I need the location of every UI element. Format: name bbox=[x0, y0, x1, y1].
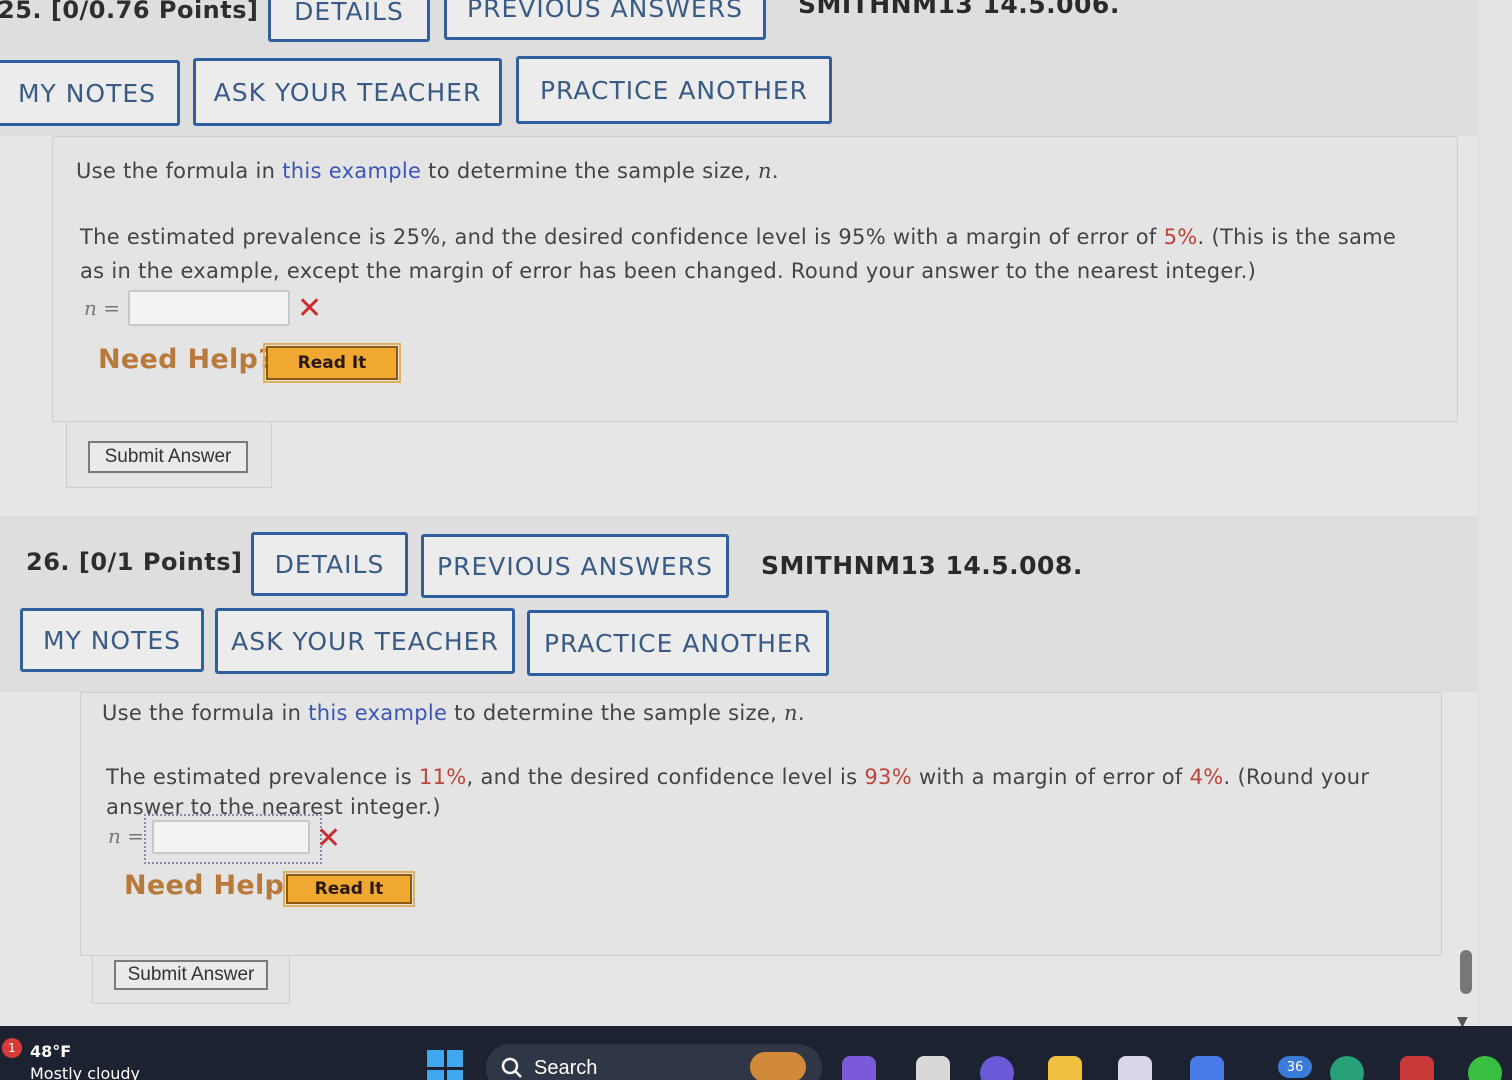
q26-intro: Use the formula in this example to deter… bbox=[102, 696, 805, 730]
weather-condition[interactable]: Mostly cloudy bbox=[30, 1064, 140, 1080]
app-icon-3[interactable] bbox=[1468, 1056, 1502, 1080]
teams-icon[interactable] bbox=[980, 1056, 1014, 1080]
scrollbar-thumb[interactable] bbox=[1460, 950, 1472, 994]
q26-ask-teacher-button[interactable]: ASK YOUR TEACHER bbox=[215, 608, 515, 674]
q26-intro-text: Use the formula in bbox=[102, 701, 309, 725]
task-view-icon[interactable] bbox=[916, 1056, 950, 1080]
incorrect-x-icon: ✕ bbox=[316, 821, 342, 856]
edge-icon[interactable] bbox=[1330, 1056, 1364, 1080]
q26-example-link[interactable]: this example bbox=[308, 701, 447, 725]
q25-prompt-line1: The estimated prevalence is 25%, and the… bbox=[80, 220, 1396, 254]
q25-submit-button[interactable]: Submit Answer bbox=[88, 441, 248, 473]
q25-line1-text: The estimated prevalence is 25%, and the… bbox=[80, 225, 1164, 249]
q26-need-help: Need Help? bbox=[124, 870, 301, 901]
q26-n-label: n = bbox=[108, 824, 144, 848]
q25-ask-teacher-button[interactable]: ASK YOUR TEACHER bbox=[193, 58, 502, 126]
q26-answer-input[interactable] bbox=[152, 820, 310, 854]
q26-number: 26. [0/1 Points] bbox=[26, 548, 243, 576]
q25-need-help: Need Help? bbox=[98, 344, 275, 375]
q26-my-notes-button[interactable]: MY NOTES bbox=[20, 608, 204, 672]
search-icon bbox=[501, 1057, 522, 1078]
q26-problem-id: SMITHNM13 14.5.008. bbox=[761, 551, 1083, 580]
q25-intro-text-2: to determine the sample size, bbox=[421, 159, 759, 183]
q25-answer-input[interactable] bbox=[128, 290, 290, 326]
store-icon[interactable] bbox=[1118, 1056, 1152, 1080]
q25-line1-end: . (This is the same bbox=[1197, 225, 1397, 249]
q26-previous-answers-button[interactable]: PREVIOUS ANSWERS bbox=[421, 534, 729, 598]
q26-intro-text-2: to determine the sample size, bbox=[447, 701, 785, 725]
q26-line1-end: . (Round your bbox=[1223, 765, 1370, 789]
q25-my-notes-button[interactable]: MY NOTES bbox=[0, 60, 180, 126]
search-label: Search bbox=[534, 1056, 598, 1079]
weather-temperature[interactable]: 48°F bbox=[30, 1042, 71, 1061]
q25-margin-value: 5% bbox=[1163, 225, 1198, 249]
q26-submit-button[interactable]: Submit Answer bbox=[114, 960, 268, 990]
q26-intro-var: n bbox=[784, 701, 798, 725]
q26-intro-end: . bbox=[797, 701, 805, 725]
copilot-icon[interactable] bbox=[842, 1056, 876, 1080]
page: 25. [0/0.76 Points] DETAILS PREVIOUS ANS… bbox=[0, 0, 1478, 1026]
q25-intro-text: Use the formula in bbox=[76, 159, 283, 183]
q25-read-it-button[interactable]: Read It bbox=[263, 343, 401, 383]
q26-details-button[interactable]: DETAILS bbox=[251, 532, 408, 596]
q25-intro: Use the formula in this example to deter… bbox=[76, 154, 779, 188]
q25-prompt-line2: as in the example, except the margin of … bbox=[80, 259, 1257, 283]
q26-line1-text-3: with a margin of error of bbox=[911, 765, 1190, 789]
q26-read-it-button[interactable]: Read It bbox=[283, 871, 415, 907]
q26-prompt-line1: The estimated prevalence is 11%, and the… bbox=[106, 760, 1369, 794]
file-explorer-icon[interactable] bbox=[1048, 1056, 1082, 1080]
q26-prevalence-value: 11% bbox=[418, 765, 467, 789]
taskbar: 1 48°F Mostly cloudy Search 36 bbox=[0, 1026, 1512, 1080]
q26-practice-another-button[interactable]: PRACTICE ANOTHER bbox=[527, 610, 829, 676]
q25-n-label: n = bbox=[84, 296, 120, 320]
app-icon[interactable] bbox=[1190, 1056, 1224, 1080]
q25-problem-id: SMITHNM13 14.5.006. bbox=[798, 0, 1120, 19]
q26-confidence-value: 93% bbox=[864, 765, 912, 789]
search-highlight-icon[interactable] bbox=[750, 1052, 806, 1080]
q25-number: 25. [0/0.76 Points] bbox=[0, 0, 259, 24]
weather-badge: 1 bbox=[2, 1038, 22, 1058]
q26-margin-value: 4% bbox=[1189, 765, 1224, 789]
q25-intro-var: n bbox=[758, 159, 772, 183]
incorrect-x-icon: ✕ bbox=[297, 291, 323, 326]
q25-intro-end: . bbox=[771, 159, 779, 183]
app-icon-2[interactable] bbox=[1400, 1056, 1434, 1080]
q25-practice-another-button[interactable]: PRACTICE ANOTHER bbox=[516, 56, 832, 124]
windows-start-icon[interactable] bbox=[427, 1050, 463, 1080]
q25-previous-answers-button[interactable]: PREVIOUS ANSWERS bbox=[444, 0, 766, 40]
q25-example-link[interactable]: this example bbox=[282, 159, 421, 183]
notification-badge: 36 bbox=[1278, 1056, 1312, 1078]
q25-details-button[interactable]: DETAILS bbox=[268, 0, 430, 42]
q26-line1-text: The estimated prevalence is bbox=[106, 765, 419, 789]
q26-line1-text-2: , and the desired confidence level is bbox=[466, 765, 865, 789]
